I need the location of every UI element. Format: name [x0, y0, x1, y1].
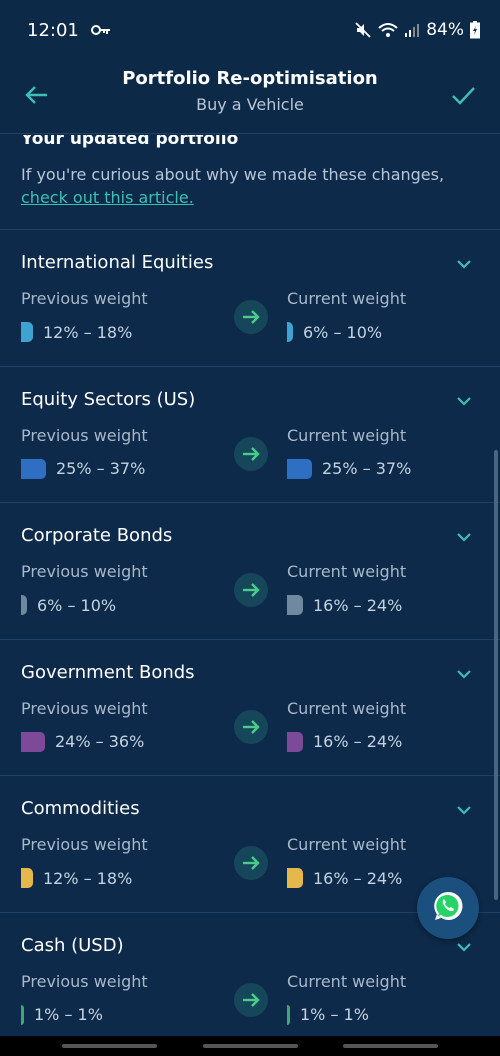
previous-weight-bar	[21, 595, 27, 615]
intro-text: If you're curious about why we made thes…	[21, 163, 481, 209]
current-weight-value: 6% – 10%	[303, 322, 383, 342]
asset-name: Commodities	[21, 798, 140, 819]
current-weight-bar	[287, 595, 303, 615]
previous-weight-label: Previous weight	[21, 971, 148, 991]
arrow-right-icon	[234, 436, 268, 471]
previous-weight-value: 25% – 37%	[56, 459, 146, 478]
current-weight: 25% – 37%	[287, 458, 412, 479]
nav-back[interactable]	[343, 1044, 438, 1048]
previous-weight-label: Previous weight	[21, 425, 148, 445]
asset-card[interactable]: Corporate Bonds Previous weight Current …	[0, 503, 500, 640]
arrow-right-icon	[234, 982, 268, 1017]
current-weight-value: 1% – 1%	[300, 1005, 369, 1024]
previous-weight-bar	[21, 458, 46, 479]
chevron-down-icon[interactable]	[454, 937, 474, 957]
current-weight-value: 16% – 24%	[313, 595, 403, 615]
chevron-down-icon[interactable]	[454, 664, 474, 684]
system-nav-bar	[0, 1036, 500, 1056]
current-weight-bar	[287, 458, 312, 479]
asset-name: Equity Sectors (US)	[21, 388, 196, 410]
current-weight-label: Current weight	[287, 425, 407, 445]
asset-name: Cash (USD)	[21, 934, 124, 956]
arrow-right-icon	[234, 846, 268, 880]
chevron-down-icon[interactable]	[454, 254, 474, 274]
intro-section: Your updated portfolio If you're curious…	[0, 135, 500, 230]
app-header: Portfolio Re-optimisation Buy a Vehicle	[0, 60, 500, 134]
previous-weight: 1% – 1%	[21, 1004, 103, 1025]
current-weight: 16% – 24%	[287, 868, 402, 888]
whatsapp-chat-button[interactable]	[417, 877, 479, 939]
article-link[interactable]: check out this article.	[21, 188, 194, 207]
current-weight-label: Current weight	[287, 562, 407, 581]
wifi-icon	[378, 21, 398, 39]
nav-recents[interactable]	[62, 1044, 157, 1048]
current-weight-bar	[287, 1004, 290, 1025]
asset-name: International Equities	[21, 252, 214, 273]
current-weight-bar	[287, 731, 303, 752]
arrow-right-icon	[234, 573, 268, 607]
confirm-check-icon[interactable]	[448, 80, 478, 110]
page-title: Portfolio Re-optimisation	[122, 68, 378, 89]
previous-weight-bar	[21, 731, 45, 752]
nav-home[interactable]	[203, 1044, 298, 1048]
current-weight-bar	[287, 868, 303, 888]
previous-weight-bar	[21, 1004, 24, 1025]
previous-weight-bar	[21, 868, 33, 888]
current-weight: 16% – 24%	[287, 731, 403, 752]
asset-name: Corporate Bonds	[21, 525, 173, 546]
previous-weight-label: Previous weight	[21, 562, 148, 581]
page-subtitle: Buy a Vehicle	[196, 95, 304, 114]
previous-weight-value: 12% – 18%	[43, 322, 133, 342]
current-weight: 6% – 10%	[287, 322, 382, 342]
current-weight-label: Current weight	[287, 835, 407, 854]
current-weight-label: Current weight	[287, 289, 407, 308]
chevron-down-icon[interactable]	[454, 800, 474, 820]
current-weight-label: Current weight	[287, 698, 407, 718]
current-weight-bar	[287, 322, 293, 342]
previous-weight-bar	[21, 322, 33, 342]
intro-description: If you're curious about why we made thes…	[21, 165, 445, 184]
previous-weight: 25% – 37%	[21, 458, 146, 479]
asset-name: Government Bonds	[21, 661, 195, 683]
previous-weight-value: 1% – 1%	[34, 1005, 103, 1024]
current-weight-value: 16% – 24%	[313, 868, 403, 888]
signal-icon	[404, 22, 420, 38]
section-title: Your updated portfolio	[21, 135, 239, 149]
arrow-right-icon	[234, 709, 268, 744]
arrow-right-icon	[234, 300, 268, 334]
mute-icon	[354, 21, 372, 39]
previous-weight-value: 24% – 36%	[55, 732, 145, 751]
scrollbar[interactable]	[494, 450, 498, 900]
previous-weight: 6% – 10%	[21, 595, 116, 615]
previous-weight-label: Previous weight	[21, 835, 148, 854]
previous-weight: 12% – 18%	[21, 322, 132, 342]
asset-card[interactable]: Cash (USD) Previous weight Current weigh…	[0, 913, 500, 1037]
asset-card[interactable]: International Equities Previous weight C…	[0, 230, 500, 367]
status-bar: 12:01 84%	[0, 0, 500, 60]
key-icon	[90, 20, 111, 41]
chevron-down-icon[interactable]	[454, 391, 474, 411]
battery-icon	[470, 21, 480, 39]
current-weight-value: 16% – 24%	[313, 732, 403, 751]
status-time: 12:01	[27, 19, 79, 41]
asset-card[interactable]: Equity Sectors (US) Previous weight Curr…	[0, 367, 500, 503]
previous-weight-value: 12% – 18%	[43, 868, 133, 888]
current-weight-label: Current weight	[287, 971, 407, 991]
chevron-down-icon[interactable]	[454, 527, 474, 547]
previous-weight-value: 6% – 10%	[37, 595, 117, 615]
previous-weight-label: Previous weight	[21, 698, 148, 718]
previous-weight-label: Previous weight	[21, 289, 148, 308]
asset-card[interactable]: Government Bonds Previous weight Current…	[0, 640, 500, 776]
current-weight-value: 25% – 37%	[322, 459, 412, 478]
previous-weight: 12% – 18%	[21, 868, 132, 888]
current-weight: 1% – 1%	[287, 1004, 369, 1025]
current-weight: 16% – 24%	[287, 595, 402, 615]
whatsapp-icon	[431, 889, 465, 927]
battery-percentage: 84%	[426, 20, 464, 40]
previous-weight: 24% – 36%	[21, 731, 145, 752]
